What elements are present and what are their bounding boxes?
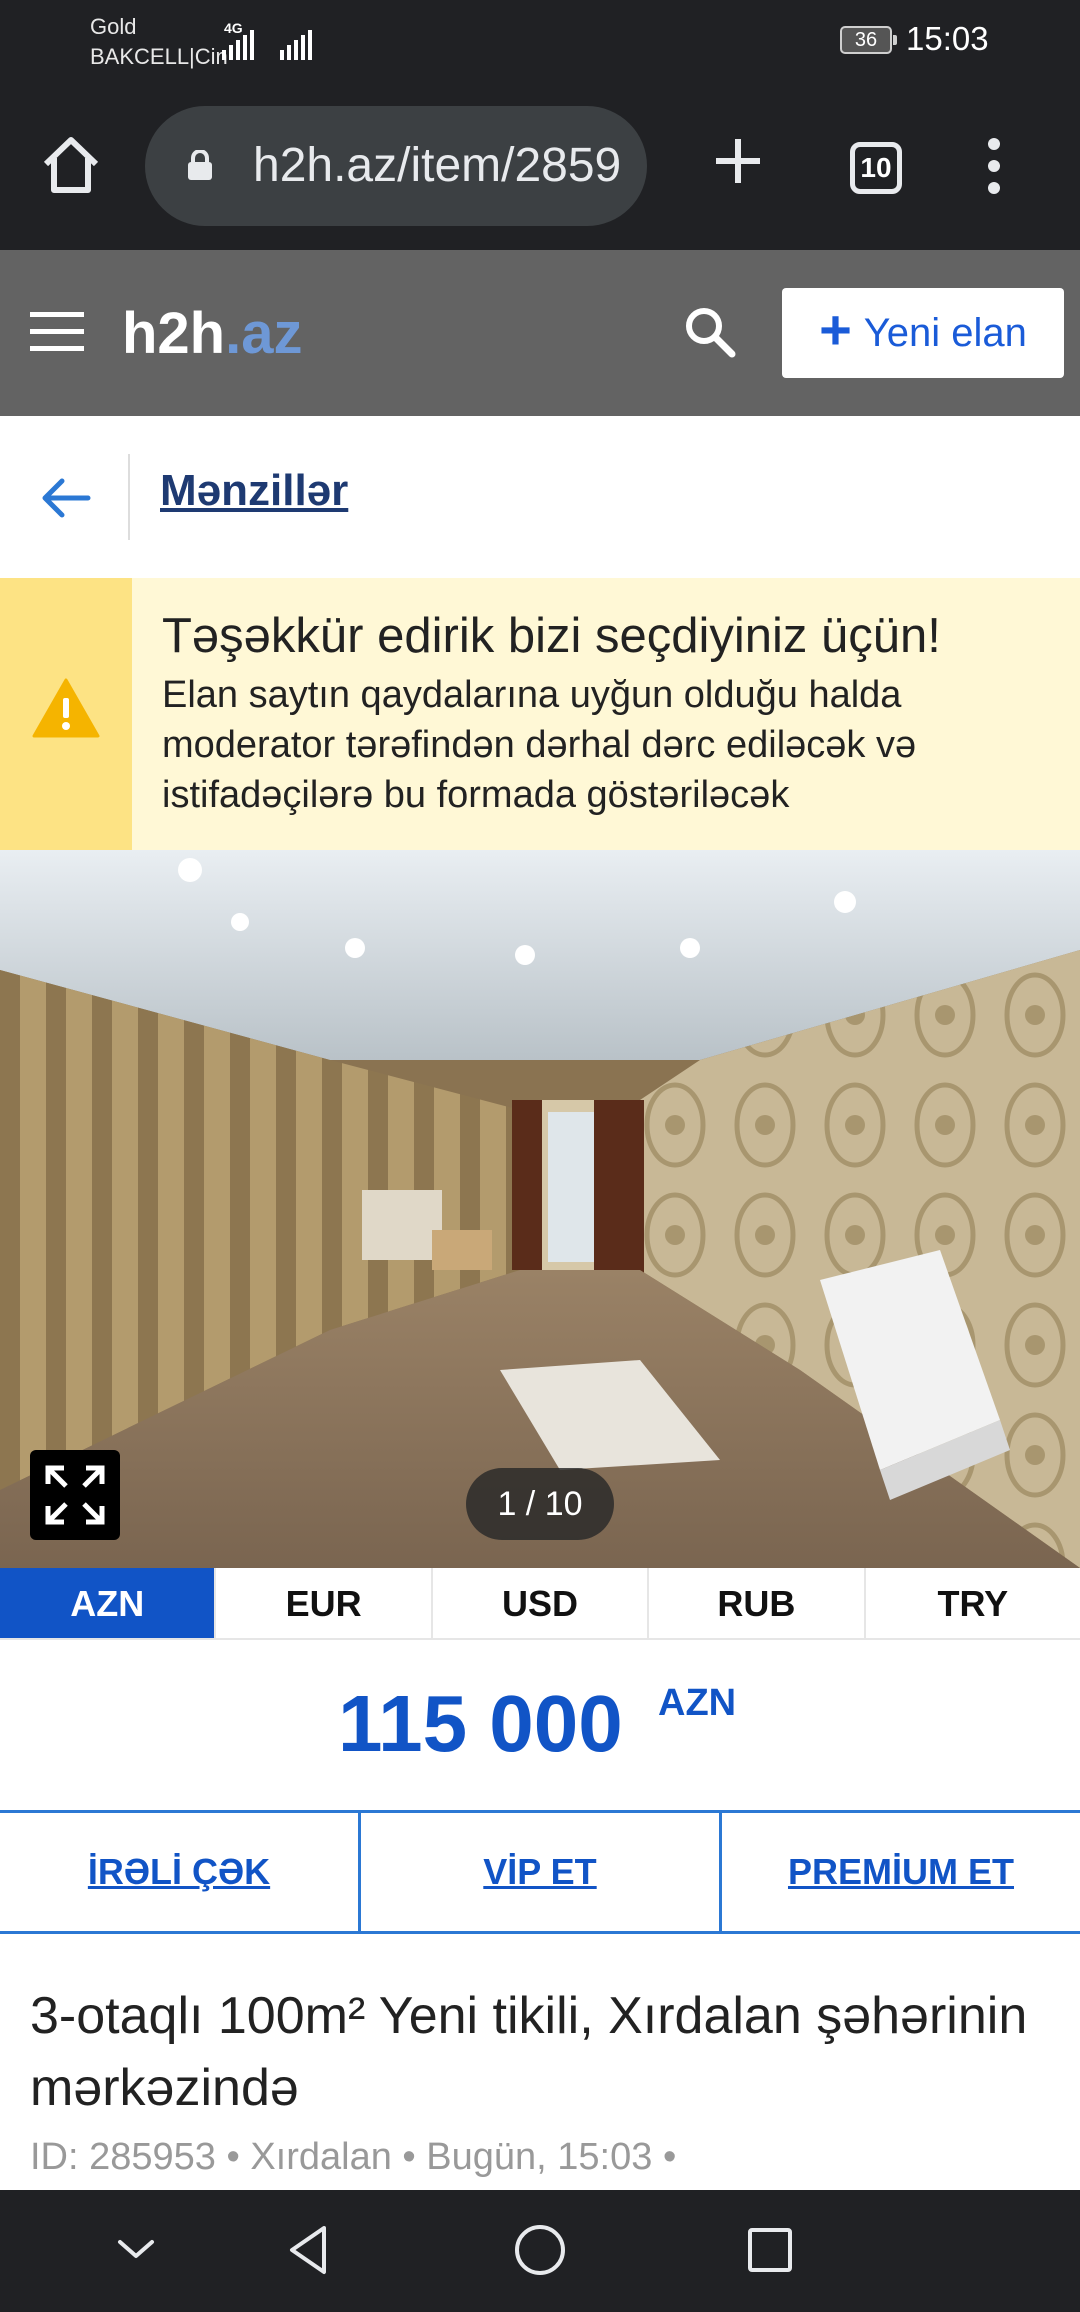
system-nav-bar bbox=[0, 2190, 1080, 2312]
back-arrow-icon[interactable] bbox=[36, 468, 96, 528]
listing-meta: ID: 285953 • Xırdalan • Bugün, 15:03 • bbox=[30, 2136, 677, 2178]
browser-toolbar: h2h.az/item/2859 10 bbox=[0, 80, 1080, 250]
tab-rub[interactable]: RUB bbox=[649, 1568, 866, 1638]
room-photo-image bbox=[0, 850, 1080, 1568]
status-time: 15:03 bbox=[906, 20, 989, 57]
tab-try[interactable]: TRY bbox=[866, 1568, 1080, 1638]
breadcrumb-divider bbox=[128, 454, 130, 540]
tab-azn[interactable]: AZN bbox=[0, 1568, 217, 1638]
price-row: 115 000 AZN bbox=[0, 1642, 1080, 1810]
lock-icon bbox=[187, 149, 213, 180]
hamburger-menu-icon[interactable] bbox=[30, 312, 84, 354]
listing-photo[interactable]: 1 / 10 bbox=[0, 850, 1080, 1568]
nav-back-icon[interactable] bbox=[280, 2220, 340, 2280]
promotion-actions: İRƏLİ ÇƏK VİP ET PREMİUM ET bbox=[0, 1810, 1080, 1934]
carrier-line1: Gold bbox=[90, 14, 137, 39]
url-bar[interactable]: h2h.az/item/2859 bbox=[145, 106, 647, 226]
search-icon[interactable] bbox=[680, 302, 740, 362]
site-header: h2h.az + Yeni elan bbox=[0, 250, 1080, 416]
home-icon[interactable] bbox=[36, 130, 106, 200]
status-bar: Gold BAKCELL|Cin 4G 36 15:03 bbox=[0, 0, 1080, 80]
new-ad-label: Yeni elan bbox=[863, 310, 1027, 355]
site-logo[interactable]: h2h.az bbox=[122, 300, 303, 367]
url-text: h2h.az/item/2859 bbox=[253, 139, 622, 192]
signal-icon bbox=[222, 28, 312, 60]
hide-keyboard-chevron-icon[interactable] bbox=[106, 2220, 166, 2280]
logo-main: h2h bbox=[122, 301, 226, 366]
notice-title: Təşəkkür edirik bizi seçdiyiniz üçün! bbox=[162, 609, 941, 663]
premium-button[interactable]: PREMİUM ET bbox=[722, 1813, 1080, 1931]
boost-button[interactable]: İRƏLİ ÇƏK bbox=[0, 1813, 361, 1931]
battery-icon: 36 bbox=[840, 26, 897, 54]
vip-button[interactable]: VİP ET bbox=[361, 1813, 722, 1931]
moderation-notice: Təşəkkür edirik bizi seçdiyiniz üçün! El… bbox=[0, 578, 1080, 850]
warning-icon bbox=[32, 678, 100, 738]
nav-recents-icon[interactable] bbox=[740, 2220, 800, 2280]
nav-home-icon[interactable] bbox=[510, 2220, 570, 2280]
price-currency: AZN bbox=[658, 1682, 737, 1724]
plus-icon: + bbox=[819, 298, 852, 361]
breadcrumb-category-link[interactable]: Mənzillər bbox=[160, 466, 348, 516]
listing-title: 3-otaqlı 100m² Yeni tikili, Xırdalan şəh… bbox=[30, 1987, 1028, 2117]
new-ad-button[interactable]: + Yeni elan bbox=[782, 288, 1064, 378]
carrier-info: Gold BAKCELL|Cin bbox=[90, 12, 228, 72]
price-value: 115 000 bbox=[338, 1679, 623, 1768]
notice-body: Elan saytın qaydalarına uyğun olduğu hal… bbox=[162, 674, 917, 816]
tab-eur[interactable]: EUR bbox=[216, 1568, 433, 1638]
tab-usd[interactable]: USD bbox=[433, 1568, 650, 1638]
logo-suffix: .az bbox=[225, 301, 303, 366]
currency-tabs: AZN EUR USD RUB TRY bbox=[0, 1568, 1080, 1640]
photo-counter: 1 / 10 bbox=[466, 1468, 614, 1540]
notice-icon-area bbox=[0, 578, 132, 850]
menu-dots-icon[interactable] bbox=[988, 138, 1002, 194]
carrier-line2: BAKCELL|Cin bbox=[90, 44, 228, 69]
new-tab-icon[interactable] bbox=[712, 135, 764, 187]
breadcrumb: Mənzillər bbox=[0, 416, 1080, 578]
fullscreen-expand-icon[interactable] bbox=[30, 1450, 120, 1540]
tabs-count-button[interactable]: 10 bbox=[850, 142, 902, 194]
